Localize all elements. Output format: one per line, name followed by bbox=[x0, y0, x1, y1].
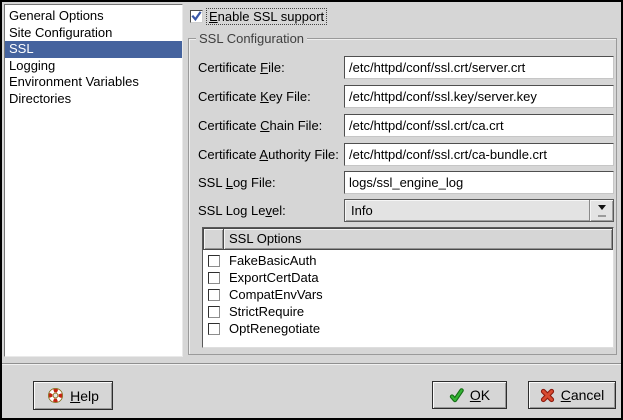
dropdown-arrow-bar bbox=[598, 215, 606, 217]
ssl-configuration-frame: SSL Configuration Certificate File: Cert… bbox=[188, 38, 617, 355]
table-row[interactable]: FakeBasicAuth bbox=[203, 252, 613, 269]
certificate-file-label: Certificate File: bbox=[198, 56, 285, 79]
sidebar-item-directories[interactable]: Directories bbox=[5, 91, 182, 108]
compatenvvars-label: CompatEnvVars bbox=[229, 286, 323, 303]
certificate-file-input[interactable] bbox=[344, 56, 614, 79]
certificate-authority-file-row: Certificate Authority File: bbox=[189, 143, 616, 166]
ssl-log-file-row: SSL Log File: bbox=[189, 171, 616, 194]
ssl-log-file-label: SSL Log File: bbox=[198, 171, 276, 194]
certificate-chain-file-row: Certificate Chain File: bbox=[189, 114, 616, 137]
ssl-log-file-input[interactable] bbox=[344, 171, 614, 194]
certificate-authority-file-input[interactable] bbox=[344, 143, 614, 166]
optrenegotiate-checkbox[interactable] bbox=[208, 323, 220, 335]
certificate-file-row: Certificate File: bbox=[189, 56, 616, 79]
cancel-button[interactable]: Cancel bbox=[528, 381, 616, 409]
help-button-label: Help bbox=[70, 388, 99, 404]
strictrequire-checkbox[interactable] bbox=[208, 306, 220, 318]
certificate-chain-file-input[interactable] bbox=[344, 114, 614, 137]
ok-button-label: OK bbox=[470, 387, 490, 403]
sidebar-item-ssl[interactable]: SSL bbox=[5, 41, 182, 58]
category-list: General Options Site Configuration SSL L… bbox=[4, 4, 183, 357]
cancel-button-label: Cancel bbox=[561, 387, 605, 403]
enable-ssl-row: Enable SSL support bbox=[190, 8, 327, 25]
sidebar-item-general-options[interactable]: General Options bbox=[5, 8, 182, 25]
ssl-log-level-label: SSL Log Level: bbox=[198, 199, 286, 222]
table-row[interactable]: CompatEnvVars bbox=[203, 286, 613, 303]
fakebasicauth-label: FakeBasicAuth bbox=[229, 252, 316, 269]
optrenegotiate-label: OptRenegotiate bbox=[229, 320, 320, 337]
certificate-key-file-label: Certificate Key File: bbox=[198, 85, 311, 108]
exportcertdata-label: ExportCertData bbox=[229, 269, 319, 286]
life-ring-icon bbox=[47, 387, 64, 404]
ssl-log-level-value: Info bbox=[345, 200, 589, 221]
chevron-down-icon bbox=[598, 205, 606, 214]
footer-separator bbox=[2, 363, 621, 365]
ssl-options-header-checkbox-col[interactable] bbox=[203, 228, 224, 250]
ssl-config-dialog: General Options Site Configuration SSL L… bbox=[0, 0, 623, 420]
check-icon bbox=[449, 388, 464, 403]
blue-check-icon bbox=[191, 11, 202, 22]
frame-title: SSL Configuration bbox=[196, 31, 307, 46]
certificate-key-file-input[interactable] bbox=[344, 85, 614, 108]
ssl-log-level-row: SSL Log Level: Info bbox=[189, 199, 616, 222]
sidebar-item-environment-variables[interactable]: Environment Variables bbox=[5, 74, 182, 91]
certificate-key-file-row: Certificate Key File: bbox=[189, 85, 616, 108]
table-row[interactable]: OptRenegotiate bbox=[203, 320, 613, 337]
ssl-options-header[interactable]: SSL Options bbox=[223, 228, 613, 250]
table-row[interactable]: StrictRequire bbox=[203, 303, 613, 320]
ssl-log-level-dropdown[interactable]: Info bbox=[344, 199, 614, 222]
strictrequire-label: StrictRequire bbox=[229, 303, 304, 320]
sidebar-item-logging[interactable]: Logging bbox=[5, 58, 182, 75]
x-icon bbox=[540, 388, 555, 403]
ssl-options-header-row: SSL Options bbox=[203, 228, 613, 250]
ssl-options-table: SSL Options FakeBasicAuth ExportCertData… bbox=[202, 227, 614, 348]
dropdown-arrow-box bbox=[589, 200, 613, 221]
sidebar-item-site-configuration[interactable]: Site Configuration bbox=[5, 25, 182, 42]
compatenvvars-checkbox[interactable] bbox=[208, 289, 220, 301]
fakebasicauth-checkbox[interactable] bbox=[208, 255, 220, 267]
table-row[interactable]: ExportCertData bbox=[203, 269, 613, 286]
enable-ssl-checkbox[interactable] bbox=[190, 10, 203, 23]
exportcertdata-checkbox[interactable] bbox=[208, 272, 220, 284]
certificate-chain-file-label: Certificate Chain File: bbox=[198, 114, 322, 137]
help-button[interactable]: Help bbox=[33, 381, 113, 410]
ok-button[interactable]: OK bbox=[432, 381, 507, 409]
enable-ssl-label[interactable]: Enable SSL support bbox=[206, 8, 327, 25]
ssl-options-body: FakeBasicAuth ExportCertData CompatEnvVa… bbox=[203, 250, 613, 337]
certificate-authority-file-label: Certificate Authority File: bbox=[198, 143, 339, 166]
